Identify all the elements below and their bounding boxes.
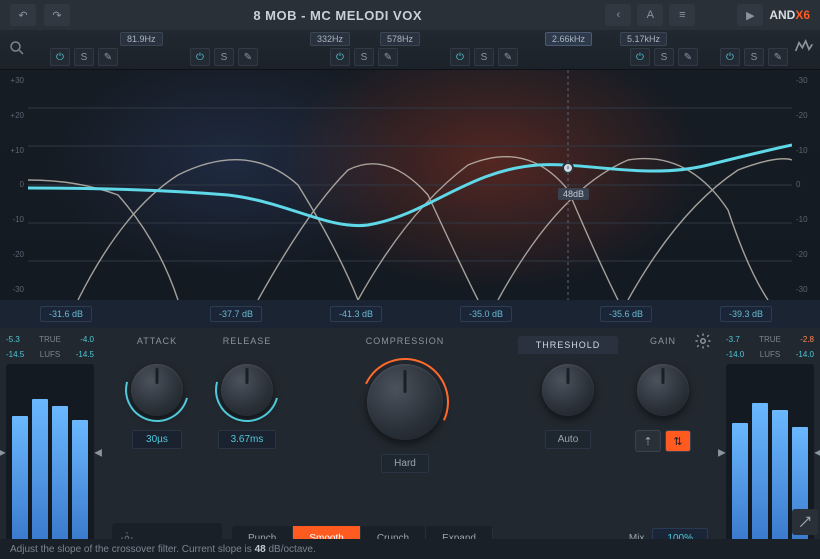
- power-icon[interactable]: ⏻: [330, 48, 350, 66]
- edit-icon[interactable]: ✎: [98, 48, 118, 66]
- freq-tag-4[interactable]: 2.66kHz: [545, 32, 592, 46]
- status-bar: Adjust the slope of the crossover filter…: [0, 539, 820, 559]
- link-up-icon[interactable]: ⇡: [635, 430, 661, 452]
- band-3-controls: ⏻ S ✎: [330, 48, 398, 66]
- solo-button[interactable]: S: [214, 48, 234, 66]
- band-2-controls: ⏻ S ✎: [190, 48, 258, 66]
- output-meter: -3.7 TRUE -2.8 -14.0 LUFS -14.0 ▶ ◀ -0.6…: [720, 328, 820, 559]
- release-knob[interactable]: [221, 364, 273, 416]
- freq-tag-2[interactable]: 332Hz: [310, 32, 350, 46]
- band-gain-row: -31.6 dB -37.7 dB -41.3 dB -35.0 dB -35.…: [0, 300, 820, 328]
- in-true-r: -4.0: [80, 334, 94, 345]
- edit-icon[interactable]: ✎: [768, 48, 788, 66]
- power-icon[interactable]: ⏻: [630, 48, 650, 66]
- compression-mode[interactable]: Hard: [381, 454, 429, 473]
- spectrum-display[interactable]: +30+20+100-10-20-30 -30-20-100-10-20-30 …: [0, 70, 820, 300]
- solo-button[interactable]: S: [474, 48, 494, 66]
- menu-button[interactable]: ≡: [669, 4, 695, 26]
- out-lufs-l: -14.0: [726, 349, 744, 360]
- band-gain-5[interactable]: -35.6 dB: [600, 306, 652, 322]
- band-gain-4[interactable]: -35.0 dB: [460, 306, 512, 322]
- band-gain-2[interactable]: -37.7 dB: [210, 306, 262, 322]
- compression-label: COMPRESSION: [292, 336, 518, 354]
- out-true-l: -3.7: [726, 334, 740, 345]
- power-icon[interactable]: ⏻: [50, 48, 70, 66]
- threshold-label[interactable]: THRESHOLD: [518, 336, 618, 354]
- band-gain-6[interactable]: -39.3 dB: [720, 306, 772, 322]
- brand-logo: ANDX6: [769, 8, 810, 22]
- input-meter-bars[interactable]: ▶ ◀: [6, 364, 94, 541]
- compressor-controls: ATTACK RELEASE COMPRESSION THRESHOLD GAI…: [100, 328, 720, 559]
- in-true-l: -5.3: [6, 334, 20, 345]
- freq-tag-1[interactable]: 81.9Hz: [120, 32, 163, 46]
- link-both-icon[interactable]: ⇅: [665, 430, 691, 452]
- preset-title[interactable]: 8 MOB - MC MELODI VOX: [70, 8, 605, 23]
- band-5-controls: ⏻ S ✎: [630, 48, 698, 66]
- edit-icon[interactable]: ✎: [498, 48, 518, 66]
- prev-preset-button[interactable]: ‹: [605, 4, 631, 26]
- attack-label: ATTACK: [112, 336, 202, 354]
- compression-knob[interactable]: [367, 364, 443, 440]
- edit-icon[interactable]: ✎: [678, 48, 698, 66]
- threshold-knob[interactable]: [542, 364, 594, 416]
- in-lufs-l: -14.5: [6, 349, 24, 360]
- preset-slot[interactable]: A: [637, 4, 663, 26]
- release-value[interactable]: 3.67ms: [218, 430, 277, 449]
- band-6-controls: ⏻ S ✎: [720, 48, 788, 66]
- top-bar: ↶ ↷ 8 MOB - MC MELODI VOX ‹ A ≡ ▶ ANDX6: [0, 0, 820, 30]
- attack-value[interactable]: 30µs: [132, 430, 182, 449]
- filter-curves: [28, 70, 792, 300]
- freq-tag-3[interactable]: 578Hz: [380, 32, 420, 46]
- gain-knob[interactable]: [637, 364, 689, 416]
- arrow-right-icon[interactable]: ▶: [718, 447, 726, 458]
- solo-button[interactable]: S: [74, 48, 94, 66]
- attack-knob[interactable]: [131, 364, 183, 416]
- out-true-r: -2.8: [800, 334, 814, 345]
- wand-icon[interactable]: [792, 509, 818, 535]
- lower-panel: -5.3 TRUE -4.0 -14.5 LUFS -14.5 ▶ ◀ 0.0d…: [0, 328, 820, 559]
- out-lufs-r: -14.0: [796, 349, 814, 360]
- band-gain-3[interactable]: -41.3 dB: [330, 306, 382, 322]
- solo-button[interactable]: S: [354, 48, 374, 66]
- band-4-controls: ⏻ S ✎: [450, 48, 518, 66]
- band-gain-1[interactable]: -31.6 dB: [40, 306, 92, 322]
- undo-button[interactable]: ↶: [10, 4, 36, 26]
- power-icon[interactable]: ⏻: [450, 48, 470, 66]
- arrow-right-icon[interactable]: ▶: [0, 447, 6, 458]
- solo-button[interactable]: S: [744, 48, 764, 66]
- input-meter: -5.3 TRUE -4.0 -14.5 LUFS -14.5 ▶ ◀ 0.0d…: [0, 328, 100, 559]
- axis-right: -30-20-100-10-20-30: [792, 70, 820, 300]
- gear-icon[interactable]: [694, 332, 712, 350]
- solo-button[interactable]: S: [654, 48, 674, 66]
- freq-tag-5[interactable]: 5.17kHz: [620, 32, 667, 46]
- waveform-view-icon[interactable]: [794, 36, 814, 59]
- power-icon[interactable]: ⏻: [720, 48, 740, 66]
- release-label: RELEASE: [202, 336, 292, 354]
- in-lufs-r: -14.5: [76, 349, 94, 360]
- search-icon[interactable]: [8, 39, 26, 60]
- band-header: 81.9Hz 332Hz 578Hz 2.66kHz 5.17kHz ⏻ S ✎…: [0, 30, 820, 70]
- power-icon[interactable]: ⏻: [190, 48, 210, 66]
- edit-icon[interactable]: ✎: [238, 48, 258, 66]
- redo-button[interactable]: ↷: [44, 4, 70, 26]
- edit-icon[interactable]: ✎: [378, 48, 398, 66]
- play-icon[interactable]: ▶: [737, 4, 763, 26]
- threshold-mode[interactable]: Auto: [545, 430, 592, 449]
- axis-left: +30+20+100-10-20-30: [0, 70, 28, 300]
- node-value[interactable]: 48dB: [558, 188, 589, 200]
- arrow-left-icon[interactable]: ◀: [814, 447, 820, 458]
- band-1-controls: ⏻ S ✎: [50, 48, 118, 66]
- band-markers: 81.9Hz 332Hz 578Hz 2.66kHz 5.17kHz ⏻ S ✎…: [30, 30, 790, 70]
